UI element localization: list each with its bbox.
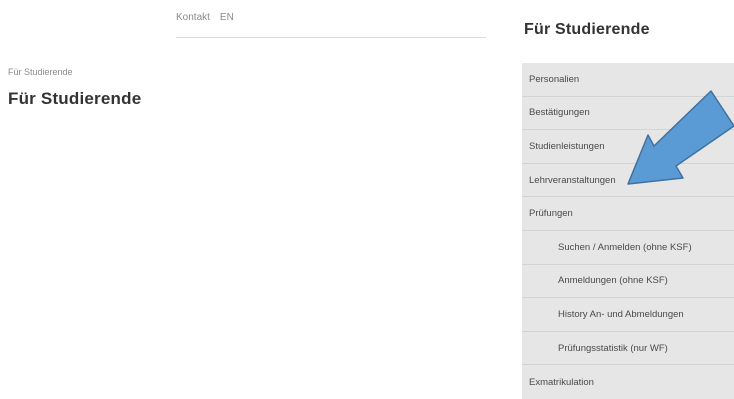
- sidebar-subitem-suchen-anmelden[interactable]: Suchen / Anmelden (ohne KSF): [522, 231, 734, 265]
- page-title: Für Studierende: [8, 89, 142, 108]
- sidebar-subitem-pruefungsstatistik[interactable]: Prüfungsstatistik (nur WF): [522, 332, 734, 366]
- sidebar-item-lehrveranstaltungen[interactable]: Lehrveranstaltungen: [522, 164, 734, 198]
- sidebar-subitem-anmeldungen[interactable]: Anmeldungen (ohne KSF): [522, 265, 734, 299]
- top-navigation: Kontakt EN: [176, 12, 234, 23]
- top-divider: [176, 37, 486, 38]
- sidebar-menu: Personalien Bestätigungen Studienleistun…: [522, 63, 734, 399]
- sidebar-item-exmatrikulation[interactable]: Exmatrikulation: [522, 365, 734, 399]
- language-switch-link[interactable]: EN: [220, 12, 234, 23]
- contact-link[interactable]: Kontakt: [176, 12, 210, 23]
- sidebar-item-pruefungen[interactable]: Prüfungen: [522, 197, 734, 231]
- sidebar-item-studienleistungen[interactable]: Studienleistungen: [522, 130, 734, 164]
- sidebar-item-personalien[interactable]: Personalien: [522, 63, 734, 97]
- breadcrumb[interactable]: Für Studierende: [8, 67, 73, 77]
- sidebar-item-bestaetigungen[interactable]: Bestätigungen: [522, 97, 734, 131]
- sidebar-subitem-history[interactable]: History An- und Abmeldungen: [522, 298, 734, 332]
- sidebar-title: Für Studierende: [524, 21, 650, 38]
